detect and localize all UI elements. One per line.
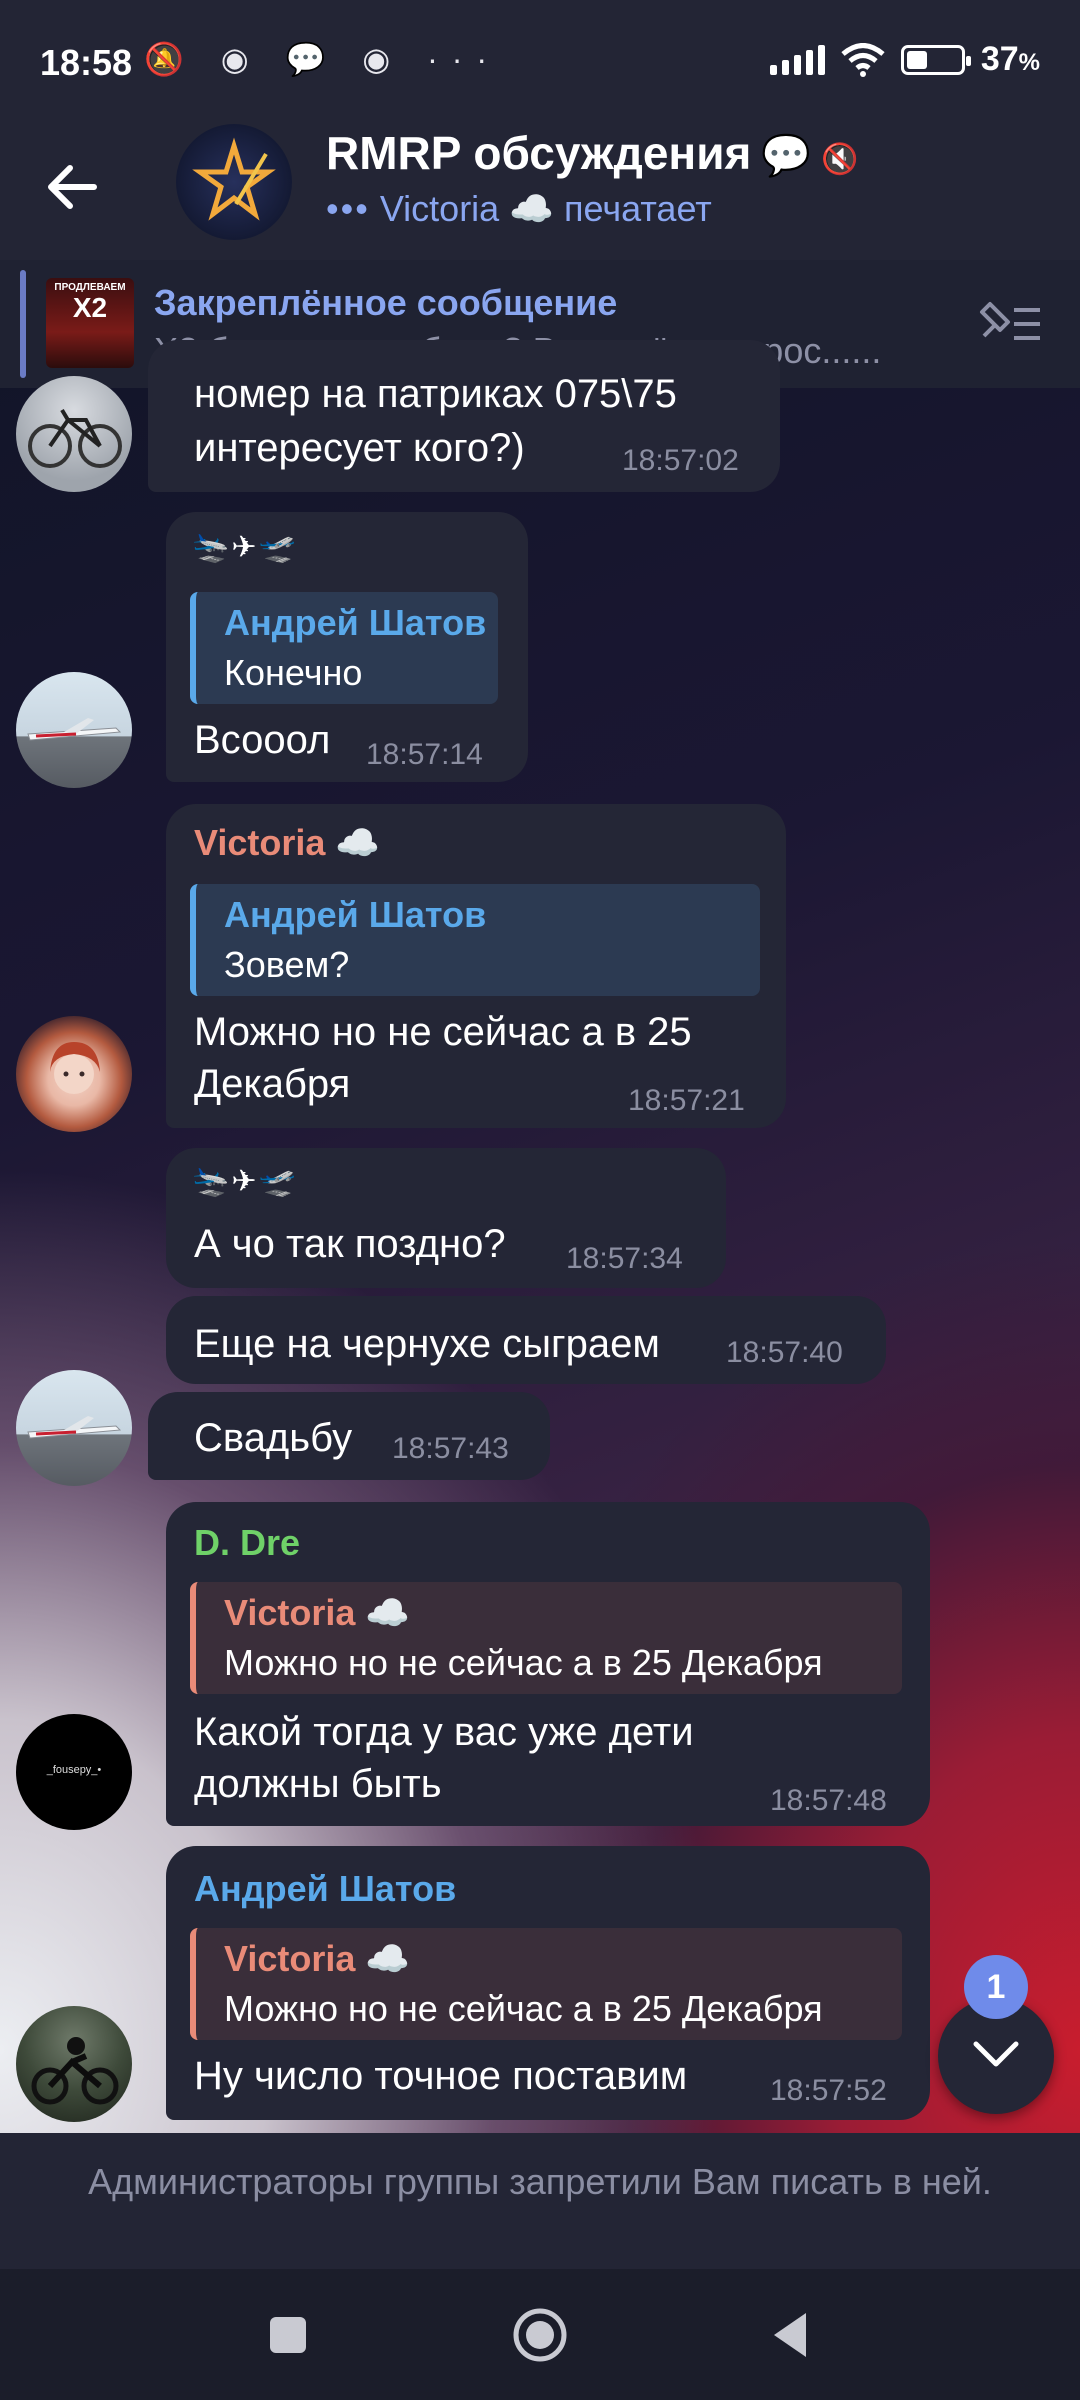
restricted-text: Администраторы группы запретили Вам писа…: [88, 2161, 992, 2202]
reply-quote[interactable]: Victoria ☁️ Можно но не сейчас а в 25 Де…: [190, 1928, 902, 2040]
message-text: интересует кого?): [194, 426, 525, 470]
message-time: 18:57:43: [392, 1432, 509, 1465]
message-text: Всооол: [194, 718, 331, 762]
unread-count-badge: 1: [964, 1955, 1028, 2019]
pinned-indicator: [20, 270, 26, 378]
sender-name-shatov[interactable]: Андрей Шатов: [194, 1868, 456, 1910]
message-text: Свадьбу: [194, 1416, 353, 1460]
chat-bubble-emoji: 💬: [761, 134, 812, 178]
message-text: должны быть: [194, 1762, 442, 1806]
sender-name-dre[interactable]: D. Dre: [194, 1522, 300, 1564]
restricted-notice: Администраторы группы запретили Вам писа…: [0, 2133, 1080, 2269]
message-text: Какой тогда у вас уже дети: [194, 1710, 694, 1754]
sender-name-victoria[interactable]: Victoria ☁️: [194, 822, 380, 864]
user-avatar-dre[interactable]: _fouseру_•: [16, 1714, 132, 1830]
message-text: Декабря: [194, 1062, 351, 1106]
wifi-icon: [841, 42, 885, 77]
chevron-down-icon: [973, 2041, 1019, 2067]
message-time: 18:57:02: [622, 444, 739, 477]
user-avatar-victoria[interactable]: [16, 1016, 132, 1132]
message-time: 18:57:52: [770, 2074, 887, 2107]
user-avatar-plane[interactable]: [16, 672, 132, 788]
battery-level: 37%: [980, 40, 1040, 78]
home-button[interactable]: [510, 2305, 570, 2365]
user-avatar-shatov[interactable]: [16, 2006, 132, 2122]
avatar-label: _fouseру_•: [46, 1764, 102, 1776]
reply-quote[interactable]: Андрей Шатов Зовем?: [190, 884, 760, 996]
battery-icon: [900, 44, 971, 75]
reply-quote[interactable]: Victoria ☁️ Можно но не сейчас а в 25 Де…: [190, 1582, 902, 1694]
home-circle-icon: [513, 2308, 567, 2362]
star-logo-icon: [192, 137, 276, 221]
message-text: Ну число точное поставим: [194, 2054, 688, 2098]
message-time: 18:57:14: [366, 738, 483, 771]
square-icon: [270, 2317, 306, 2353]
back-triangle-icon: [774, 2313, 806, 2357]
sender-emoji-name: 🛬✈🛫: [192, 531, 298, 564]
status-right: 37%: [769, 40, 1040, 79]
chat-title[interactable]: RMRP обсуждения 💬 🔇: [326, 126, 859, 180]
message-time: 18:57:40: [726, 1336, 843, 1369]
pinned-thumbnail: ПРОДЛЕВАЕМ X2: [46, 278, 134, 368]
muted-icon: 🔇: [821, 143, 859, 176]
status-time: 18:58: [40, 42, 133, 83]
message-text: номер на патриках 075\75: [194, 372, 677, 416]
message-text: Еще на чернухе сыграем: [194, 1322, 660, 1366]
status-bar: 18:58 🔕 ◉ 💬 ◉ ··· 37%: [0, 0, 1080, 120]
motorcycle-icon: [31, 2037, 119, 2105]
back-arrow-icon[interactable]: [44, 152, 114, 222]
user-avatar-plane[interactable]: [16, 1370, 132, 1486]
message-time: 18:57:21: [628, 1084, 745, 1117]
airplane-icon: [27, 1416, 122, 1439]
back-button[interactable]: [762, 2305, 822, 2365]
typing-status: ••• Victoria ☁️ печатает: [326, 188, 712, 229]
message-text: А чо так поздно?: [194, 1222, 506, 1266]
notification-icons: 🔕 ◉ 💬 ◉ ···: [144, 41, 502, 77]
pinned-title: Закреплённое сообщение: [154, 282, 618, 323]
bicycle-icon: [28, 408, 122, 468]
pinned-list-icon[interactable]: [974, 296, 1044, 352]
message-text: Можно но не сейчас а в 25: [194, 1010, 692, 1054]
system-nav-bar: [0, 2269, 1080, 2400]
reply-quote[interactable]: Андрей Шатов Конечно: [190, 592, 498, 704]
girl-portrait-icon: [50, 1042, 100, 1094]
user-avatar-bike[interactable]: [16, 376, 132, 492]
recents-button[interactable]: [258, 2305, 318, 2365]
group-avatar[interactable]: [176, 124, 292, 240]
sender-emoji-name: 🛬✈🛫: [192, 1165, 298, 1198]
airplane-icon: [27, 718, 122, 741]
signal-icon: [769, 44, 825, 75]
message-time: 18:57:34: [566, 1242, 683, 1275]
message-time: 18:57:48: [770, 1784, 887, 1817]
